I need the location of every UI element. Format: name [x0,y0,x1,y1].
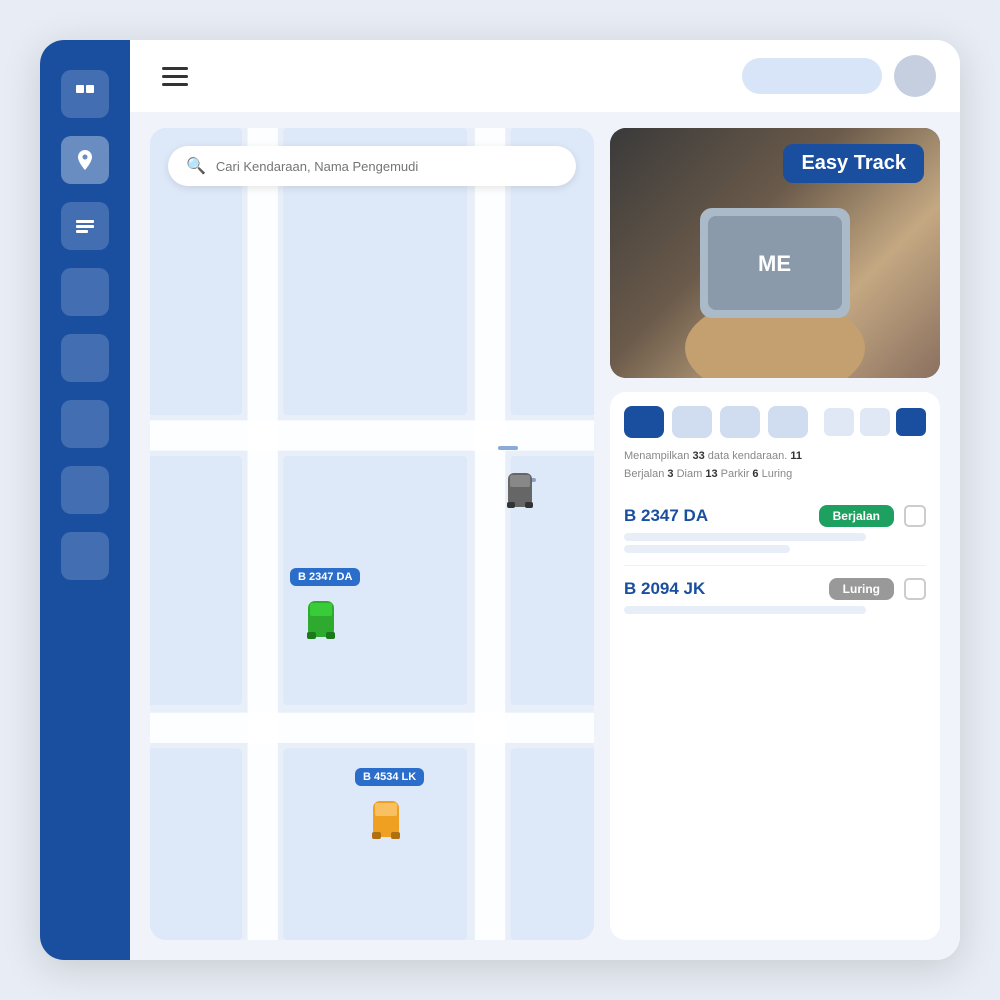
menu-button[interactable] [154,59,196,94]
filter-tab-3[interactable] [720,406,760,438]
vehicle-item-2: B 2094 JK Luring [624,566,926,626]
vehicle-detail-bar-2 [624,606,866,614]
content-area: JK 🔍 [130,112,960,960]
vehicle-green [305,596,337,642]
page-btn-2[interactable] [896,408,926,436]
vehicle-detail-bar-1b [624,545,790,553]
status-badge-berjalan[interactable]: Berjalan [819,505,894,527]
vehicle-label-b4534lk: B 4534 LK [355,768,424,786]
vehicle-plate-1: B 2347 DA [624,506,809,526]
filter-tab-2[interactable] [672,406,712,438]
vehicle-item-row-2: B 2094 JK Luring [624,578,926,600]
sidebar-item-block5[interactable] [61,334,109,382]
sidebar-item-block4[interactable] [61,268,109,316]
main-content: JK 🔍 [130,40,960,960]
filter-tab-4[interactable] [768,406,808,438]
vehicle-gray-plate-label [498,446,518,450]
topbar-pill[interactable] [742,58,882,94]
topbar-right [742,55,936,97]
vehicle-gray [505,468,535,510]
vehicle-checkbox-1[interactable] [904,505,926,527]
ad-image: ME Easy Track [610,128,940,378]
sidebar-item-block6[interactable] [61,400,109,448]
search-input[interactable] [216,159,558,174]
right-panel: ME Easy Track [610,128,940,940]
vehicle-orange [370,796,402,842]
search-bar: 🔍 [168,146,576,186]
ad-badge: Easy Track [783,144,924,183]
map-panel: JK 🔍 [150,128,594,940]
topbar [130,40,960,112]
filter-tab-all[interactable] [624,406,664,438]
filter-tabs [624,406,926,438]
vehicle-label-b2347da: B 2347 DA [290,568,360,586]
sidebar [40,40,130,960]
sidebar-item-block3[interactable] [61,202,109,250]
vehicle-checkbox-2[interactable] [904,578,926,600]
vehicle-list: Menampilkan 33 data kendaraan. 11Berjala… [610,392,940,940]
sidebar-item-block8[interactable] [61,532,109,580]
app-container: JK 🔍 [40,40,960,960]
page-btn-1[interactable] [860,408,890,436]
list-meta: Menampilkan 33 data kendaraan. 11Berjala… [624,448,926,483]
vehicle-plate-2: B 2094 JK [624,579,819,599]
vehicle-item-1: B 2347 DA Berjalan [624,493,926,566]
page-btn-prev[interactable] [824,408,854,436]
sidebar-item-location[interactable] [61,136,109,184]
avatar[interactable] [894,55,936,97]
vehicle-item-row-1: B 2347 DA Berjalan [624,505,926,527]
pagination-buttons [824,408,926,436]
search-icon: 🔍 [186,156,206,176]
status-badge-luring[interactable]: Luring [829,578,894,600]
sidebar-item-block7[interactable] [61,466,109,514]
sidebar-item-block1[interactable] [61,70,109,118]
svg-text:ME: ME [758,251,791,276]
vehicle-detail-bar-1 [624,533,866,541]
